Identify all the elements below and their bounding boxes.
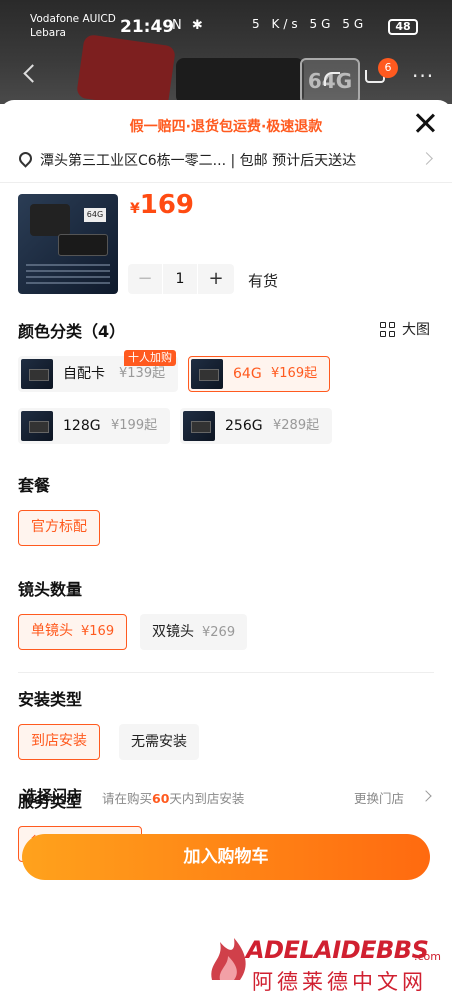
price-currency: ¥ (130, 201, 140, 217)
option-price: ¥269 (202, 625, 236, 640)
network-status: 5 K/s 5G 5G (252, 17, 367, 31)
stock-status: 有货 (248, 272, 279, 290)
location-pin-icon (18, 152, 31, 168)
option-thumbnail (21, 411, 53, 441)
option-label: 双镜头 (152, 624, 194, 640)
package-option-official[interactable]: 官方标配 (18, 510, 100, 546)
store-hint-prefix: 请在购买 (102, 791, 153, 806)
product-thumbnail[interactable]: 64G (18, 194, 118, 294)
cart-count-badge: 6 (378, 58, 398, 78)
change-store-link[interactable]: 更换门店 (354, 788, 404, 807)
quantity-value[interactable]: 1 (162, 264, 198, 294)
clock: 21:49 (120, 17, 175, 37)
color-option-128g[interactable]: 128G ¥199起 (18, 408, 170, 444)
close-icon[interactable] (414, 112, 436, 134)
back-button[interactable] (20, 62, 40, 86)
hero-device-image (176, 58, 304, 104)
install-option-in-store[interactable]: 到店安装 (18, 724, 100, 760)
delivery-address-row[interactable]: 潭头第三工业区C6栋一零二... | 包邮 预计后天送达 (18, 150, 434, 172)
add-to-cart-button[interactable]: 加入购物车 (22, 834, 430, 880)
thumb-device (30, 204, 70, 236)
option-thumbnail (191, 359, 223, 389)
store-title: 选择门店 (22, 787, 83, 805)
lens-option-single[interactable]: 单镜头 ¥169 (18, 614, 128, 650)
color-option-256g[interactable]: 256G ¥289起 (180, 408, 332, 444)
carrier-line1: Vodafone AUICD (30, 13, 116, 25)
install-section-title: 安装类型 (18, 690, 83, 709)
store-hint-suffix: 天内到店安装 (169, 791, 245, 806)
store-hint-days: 60 (152, 791, 170, 806)
option-thumbnail (21, 359, 53, 389)
color-section-title: 颜色分类（4） (18, 322, 126, 341)
install-option-none[interactable]: 无需安装 (119, 724, 199, 760)
price-value: 169 (139, 190, 195, 220)
promo-banner: 假一赔四·退货包运费·极速退款 (129, 119, 323, 135)
price: ¥169 (130, 190, 194, 220)
nfc-bluetooth-icons: N ✱ (172, 18, 206, 33)
carrier-info: Vodafone AUICD Lebara (30, 12, 116, 40)
store-selection-row[interactable]: 选择门店 请在购买60天内到店安装 更换门店 (22, 784, 436, 808)
watermark-chinese: 阿德莱德中文网 (252, 970, 427, 994)
delivery-address: 潭头第三工业区C6栋一零二... | 包邮 预计后天送达 (40, 153, 357, 169)
status-bar: Vodafone AUICD Lebara 21:49 N ✱ 5 K/s 5G… (0, 0, 452, 44)
grid-icon (380, 322, 396, 338)
option-price: ¥169 (81, 624, 115, 639)
chevron-right-icon (420, 152, 433, 165)
big-view-label: 大图 (402, 322, 430, 338)
option-label: 单镜头 (31, 623, 73, 639)
share-icon[interactable] (322, 68, 344, 86)
thumb-device-side (58, 234, 108, 256)
thumb-tag: 64G (84, 208, 106, 222)
option-price: ¥289起 (273, 418, 320, 433)
color-option-64g[interactable]: 64G ¥169起 (188, 356, 330, 392)
option-label: 自配卡 (63, 366, 105, 382)
package-section-title: 套餐 (18, 476, 51, 495)
signal-icon: 5G 5G (309, 17, 368, 31)
more-icon[interactable]: ··· (412, 66, 434, 86)
net-speed: 5 K/s (252, 17, 302, 31)
divider (0, 182, 452, 183)
carrier-line2: Lebara (30, 27, 66, 39)
option-label: 128G (63, 418, 101, 434)
battery-icon: 48 (388, 19, 418, 35)
hero-product-image (75, 33, 177, 111)
option-price: ¥169起 (271, 366, 318, 381)
lens-section-title: 镜头数量 (18, 580, 83, 599)
increase-quantity-button[interactable]: + (198, 264, 234, 294)
popular-badge: 十人加购 (124, 350, 176, 366)
watermark-brand: ADELAIDEBBS (246, 936, 429, 964)
option-label: 64G (233, 366, 262, 382)
lens-option-dual[interactable]: 双镜头 ¥269 (140, 614, 248, 650)
option-thumbnail (183, 411, 215, 441)
site-watermark: ADELAIDEBBS .com 阿德莱德中文网 (206, 920, 452, 1000)
option-price: ¥199起 (111, 418, 158, 433)
chevron-right-icon (420, 790, 432, 802)
divider (18, 672, 434, 673)
thumb-feature-lines (26, 264, 110, 286)
decrease-quantity-button[interactable]: − (128, 264, 162, 294)
watermark-domain: .com (414, 950, 441, 963)
quantity-stepper: − 1 + (128, 264, 234, 294)
option-label: 256G (225, 418, 263, 434)
store-hint: 请在购买60天内到店安装 (102, 788, 244, 807)
